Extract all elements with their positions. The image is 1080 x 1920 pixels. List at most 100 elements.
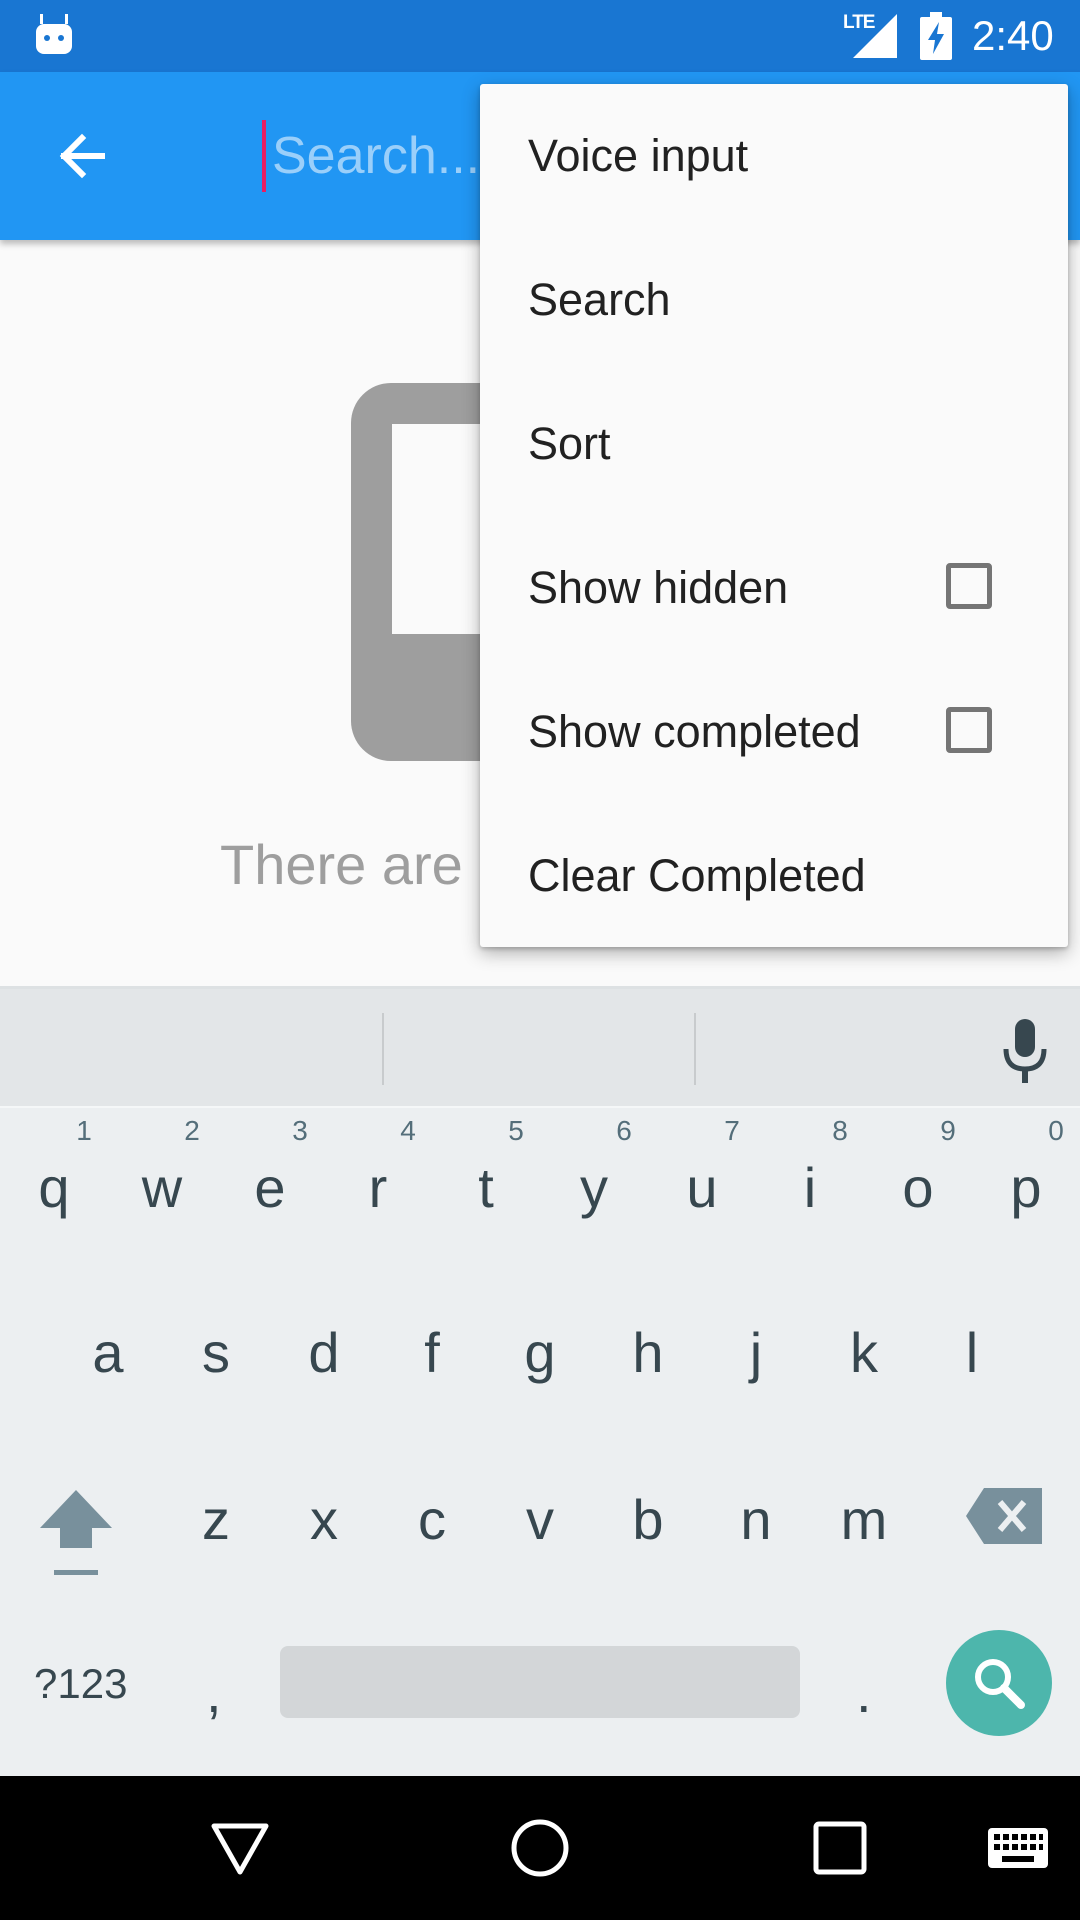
key-b[interactable]: b	[598, 1487, 698, 1552]
empty-state-text: There are	[220, 833, 463, 896]
menu-item-show-completed[interactable]: Show completed	[480, 660, 1068, 804]
key-label: b	[632, 1488, 664, 1551]
key-hint: 3	[292, 1115, 308, 1146]
key-hint: 9	[940, 1115, 956, 1146]
key-label: x	[310, 1488, 338, 1551]
menu-item-label: Search	[528, 274, 671, 325]
key-label: c	[418, 1488, 446, 1551]
key-k[interactable]: k	[814, 1320, 914, 1385]
key-h[interactable]: h	[598, 1320, 698, 1385]
key-d[interactable]: d	[274, 1320, 374, 1385]
show-hidden-checkbox[interactable]	[946, 563, 992, 609]
key-label: a	[92, 1321, 124, 1384]
menu-item-search[interactable]: Search	[480, 228, 1068, 372]
suggestion-divider	[694, 1013, 696, 1085]
key-z[interactable]: z	[166, 1487, 266, 1552]
search-icon	[975, 1659, 1025, 1709]
key-hint: 0	[1048, 1115, 1064, 1146]
period-key[interactable]: .	[856, 1660, 872, 1725]
status-bar: LTE 2:40	[0, 0, 1080, 72]
clock: 2:40	[972, 12, 1054, 59]
key-hint: 5	[508, 1115, 524, 1146]
android-icon	[36, 14, 72, 54]
key-label: u	[686, 1156, 718, 1219]
key-y[interactable]: y6	[544, 1115, 644, 1220]
key-label: r	[368, 1156, 388, 1219]
key-hint: 7	[724, 1115, 740, 1146]
key-m[interactable]: m	[814, 1487, 914, 1552]
search-input[interactable]	[262, 120, 492, 192]
key-hint: 4	[400, 1115, 416, 1146]
key-label: j	[749, 1321, 763, 1384]
key-u[interactable]: u7	[652, 1115, 752, 1220]
menu-item-clear-completed[interactable]: Clear Completed	[480, 804, 1068, 948]
key-j[interactable]: j	[706, 1320, 806, 1385]
key-p[interactable]: p0	[976, 1115, 1076, 1220]
key-t[interactable]: t5	[436, 1115, 536, 1220]
key-label: s	[202, 1321, 230, 1384]
key-hint: 6	[616, 1115, 632, 1146]
key-a[interactable]: a	[58, 1320, 158, 1385]
back-triangle-icon[interactable]	[208, 1816, 272, 1880]
key-label: l	[965, 1321, 979, 1384]
menu-item-label: Voice input	[528, 130, 749, 181]
arrow-back-icon[interactable]	[52, 126, 112, 186]
comma-key[interactable]: ,	[206, 1660, 222, 1725]
home-circle-icon[interactable]	[508, 1816, 572, 1880]
key-label: k	[850, 1321, 878, 1384]
key-label: n	[740, 1488, 772, 1551]
key-l[interactable]: l	[922, 1320, 1022, 1385]
recents-square-icon[interactable]	[808, 1816, 872, 1880]
symbols-key[interactable]: ?123	[34, 1660, 127, 1708]
key-v[interactable]: v	[490, 1487, 590, 1552]
key-r[interactable]: r4	[328, 1115, 428, 1220]
key-label: d	[308, 1321, 340, 1384]
key-s[interactable]: s	[166, 1320, 266, 1385]
key-x[interactable]: x	[274, 1487, 374, 1552]
key-label: p	[1010, 1156, 1042, 1219]
menu-item-sort[interactable]: Sort	[480, 372, 1068, 516]
key-label: z	[202, 1488, 230, 1551]
spacebar[interactable]	[280, 1646, 800, 1718]
key-label: y	[580, 1156, 608, 1219]
key-i[interactable]: i8	[760, 1115, 860, 1220]
key-label: o	[902, 1156, 934, 1219]
search-action-key[interactable]	[946, 1630, 1052, 1736]
show-completed-checkbox[interactable]	[946, 707, 992, 753]
microphone-icon[interactable]	[1000, 1019, 1050, 1085]
signal-icon	[853, 14, 897, 58]
overflow-menu: Voice input Search Sort Show hidden Show…	[480, 84, 1068, 947]
key-q[interactable]: q1	[4, 1115, 104, 1220]
menu-item-voice-input[interactable]: Voice input	[480, 84, 1068, 228]
key-label: v	[526, 1488, 554, 1551]
menu-item-label: Clear Completed	[528, 850, 866, 901]
key-c[interactable]: c	[382, 1487, 482, 1552]
keyboard-icon[interactable]	[988, 1816, 1048, 1880]
key-label: w	[141, 1156, 183, 1219]
key-label: h	[632, 1321, 664, 1384]
menu-item-label: Show completed	[528, 706, 861, 757]
key-label: g	[524, 1321, 556, 1384]
key-label: e	[254, 1156, 286, 1219]
key-hint: 1	[76, 1115, 92, 1146]
key-label: i	[803, 1156, 817, 1219]
backspace-icon[interactable]	[966, 1488, 1042, 1544]
menu-item-label: Show hidden	[528, 562, 789, 613]
key-g[interactable]: g	[490, 1320, 590, 1385]
suggestion-divider	[382, 1013, 384, 1085]
key-label: f	[424, 1321, 440, 1384]
navigation-bar	[0, 1776, 1080, 1920]
key-w[interactable]: w2	[112, 1115, 212, 1220]
shift-icon[interactable]	[36, 1490, 116, 1580]
key-f[interactable]: f	[382, 1320, 482, 1385]
key-o[interactable]: o9	[868, 1115, 968, 1220]
key-e[interactable]: e3	[220, 1115, 320, 1220]
key-hint: 2	[184, 1115, 200, 1146]
key-hint: 8	[832, 1115, 848, 1146]
key-n[interactable]: n	[706, 1487, 806, 1552]
key-label: t	[478, 1156, 494, 1219]
suggestion-strip	[0, 986, 1080, 1108]
menu-item-show-hidden[interactable]: Show hidden	[480, 516, 1068, 660]
key-label: q	[38, 1156, 70, 1219]
menu-item-label: Sort	[528, 418, 611, 469]
